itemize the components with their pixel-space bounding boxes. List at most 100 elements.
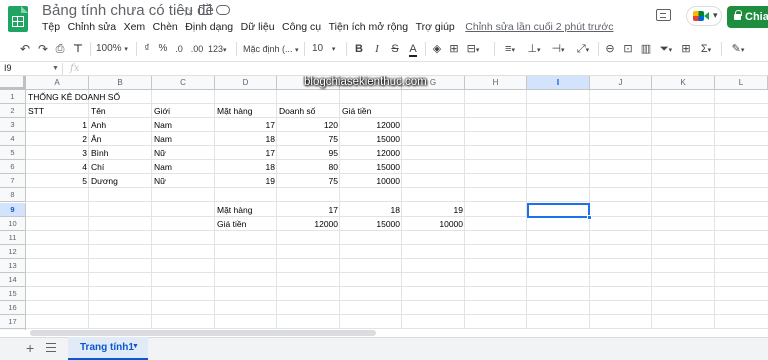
text-wrapping-icon[interactable]: ⊣▾ <box>547 38 569 60</box>
row-header-6[interactable]: 6 <box>0 160 26 174</box>
cell-F3[interactable]: 12000 <box>340 118 402 132</box>
column-header-J[interactable]: J <box>590 76 652 90</box>
row-header-12[interactable]: 12 <box>0 245 26 259</box>
sheet-tab[interactable]: Trang tính1 ▼ <box>68 337 148 360</box>
cell-B5[interactable]: Bình <box>89 146 111 160</box>
column-header-D[interactable]: D <box>215 76 277 90</box>
column-header-I[interactable]: I <box>527 76 590 90</box>
chevron-down-icon[interactable]: ▼ <box>52 62 59 75</box>
cell-C5[interactable]: Nữ <box>152 146 168 160</box>
cell-C3[interactable]: Nam <box>152 118 174 132</box>
fill-handle[interactable] <box>587 215 592 220</box>
cell-A4[interactable]: 2 <box>26 132 89 146</box>
row-header-7[interactable]: 7 <box>0 174 26 188</box>
cell-E6[interactable]: 80 <box>277 160 340 174</box>
comment-history-icon[interactable] <box>656 9 671 21</box>
decrease-decimal-button[interactable]: .0 <box>172 38 186 60</box>
row-header-18[interactable]: 18 <box>0 329 26 330</box>
cell-B2[interactable]: Tên <box>89 104 108 118</box>
row-header-9[interactable]: 9 <box>0 203 26 217</box>
fill-color-icon[interactable]: ◈ <box>430 38 444 60</box>
cell-A5[interactable]: 3 <box>26 146 89 160</box>
cell-B7[interactable]: Dương <box>89 174 120 188</box>
cell-A7[interactable]: 5 <box>26 174 89 188</box>
menu-edit[interactable]: Chỉnh sửa <box>68 21 116 35</box>
scrollbar-thumb[interactable] <box>30 330 376 336</box>
vertical-align-icon[interactable]: ⊥▾ <box>524 38 544 60</box>
cell-E2[interactable]: Doanh số <box>277 104 317 118</box>
row-header-13[interactable]: 13 <box>0 259 26 273</box>
last-edit-link[interactable]: Chỉnh sửa lần cuối 2 phút trước <box>465 21 613 35</box>
cell-D5[interactable]: 17 <box>215 146 277 160</box>
menu-format[interactable]: Định dạng <box>185 21 233 35</box>
row-header-3[interactable]: 3 <box>0 118 26 132</box>
menu-file[interactable]: Tệp <box>42 21 60 35</box>
row-header-15[interactable]: 15 <box>0 287 26 301</box>
menu-extensions[interactable]: Tiện ích mở rộng <box>329 21 408 35</box>
cell-D6[interactable]: 18 <box>215 160 277 174</box>
cell-G9[interactable]: 19 <box>402 203 465 217</box>
text-color-button[interactable]: A <box>406 38 420 60</box>
functions-icon[interactable]: Σ▾ <box>696 38 716 60</box>
row-header-8[interactable]: 8 <box>0 188 26 202</box>
cell-F10[interactable]: 15000 <box>340 217 402 231</box>
cell-F9[interactable]: 18 <box>340 203 402 217</box>
cell-F4[interactable]: 15000 <box>340 132 402 146</box>
column-header-H[interactable]: H <box>465 76 527 90</box>
cell-G10[interactable]: 10000 <box>402 217 465 231</box>
select-all-corner[interactable] <box>0 76 26 90</box>
insert-comment-icon[interactable]: ⊡ <box>621 38 635 60</box>
cell-D3[interactable]: 17 <box>215 118 277 132</box>
column-header-B[interactable]: B <box>89 76 152 90</box>
star-icon[interactable]: ☆ <box>182 4 194 20</box>
strikethrough-button[interactable]: S <box>389 38 401 60</box>
merge-cells-icon[interactable]: ⊟▾ <box>463 38 483 60</box>
row-header-14[interactable]: 14 <box>0 273 26 287</box>
menu-view[interactable]: Xem <box>124 21 146 35</box>
increase-decimal-button[interactable]: .00 <box>189 38 205 60</box>
menu-tools[interactable]: Công cụ <box>282 21 321 35</box>
cell-D10[interactable]: Giá tiền <box>215 217 248 231</box>
horizontal-align-icon[interactable]: ≡▾ <box>500 38 520 60</box>
sheets-logo[interactable] <box>8 6 28 32</box>
cell-C4[interactable]: Nam <box>152 132 174 146</box>
row-header-4[interactable]: 4 <box>0 132 26 146</box>
redo-icon[interactable]: ↷ <box>36 38 50 60</box>
row-header-5[interactable]: 5 <box>0 146 26 160</box>
cell-B4[interactable]: Ân <box>89 132 103 146</box>
bold-button[interactable]: B <box>353 38 365 60</box>
column-header-K[interactable]: K <box>652 76 715 90</box>
borders-icon[interactable]: ⊞ <box>447 38 461 60</box>
insert-link-icon[interactable]: ⊖ <box>603 38 617 60</box>
cell-B6[interactable]: Chí <box>89 160 106 174</box>
zoom-select[interactable]: 100% ▾ <box>96 38 132 60</box>
cell-C6[interactable]: Nam <box>152 160 174 174</box>
cell-E9[interactable]: 17 <box>277 203 340 217</box>
more-formats-button[interactable]: 123▾ <box>208 38 232 60</box>
cell-B3[interactable]: Anh <box>89 118 108 132</box>
undo-icon[interactable]: ↶ <box>18 38 32 60</box>
cell-E5[interactable]: 95 <box>277 146 340 160</box>
cell-E10[interactable]: 12000 <box>277 217 340 231</box>
menu-insert[interactable]: Chèn <box>153 21 178 35</box>
cell-A3[interactable]: 1 <box>26 118 89 132</box>
cell-E4[interactable]: 75 <box>277 132 340 146</box>
move-to-folder-icon[interactable] <box>199 5 211 15</box>
italic-button[interactable]: I <box>371 38 383 60</box>
insert-chart-icon[interactable]: ▥ <box>639 38 653 60</box>
menu-data[interactable]: Dữ liệu <box>241 21 275 35</box>
font-family-select[interactable]: Mặc định (... ▾ <box>243 38 303 60</box>
cell-D9[interactable]: Mặt hàng <box>215 203 254 217</box>
cell-F5[interactable]: 12000 <box>340 146 402 160</box>
meet-button[interactable]: ▾ <box>686 6 722 26</box>
filter-views-icon[interactable]: ⊞ <box>679 38 693 60</box>
column-header-A[interactable]: A <box>26 76 89 90</box>
filter-icon[interactable]: ⏷▾ <box>656 38 676 60</box>
selected-cell-I9[interactable] <box>527 203 590 218</box>
row-header-16[interactable]: 16 <box>0 301 26 315</box>
cell-F7[interactable]: 10000 <box>340 174 402 188</box>
row-header-11[interactable]: 11 <box>0 231 26 245</box>
input-tools-icon[interactable]: ✎▾ <box>727 38 749 60</box>
currency-format-button[interactable]: ₫ <box>141 38 153 60</box>
name-box[interactable]: I9 <box>4 62 12 75</box>
